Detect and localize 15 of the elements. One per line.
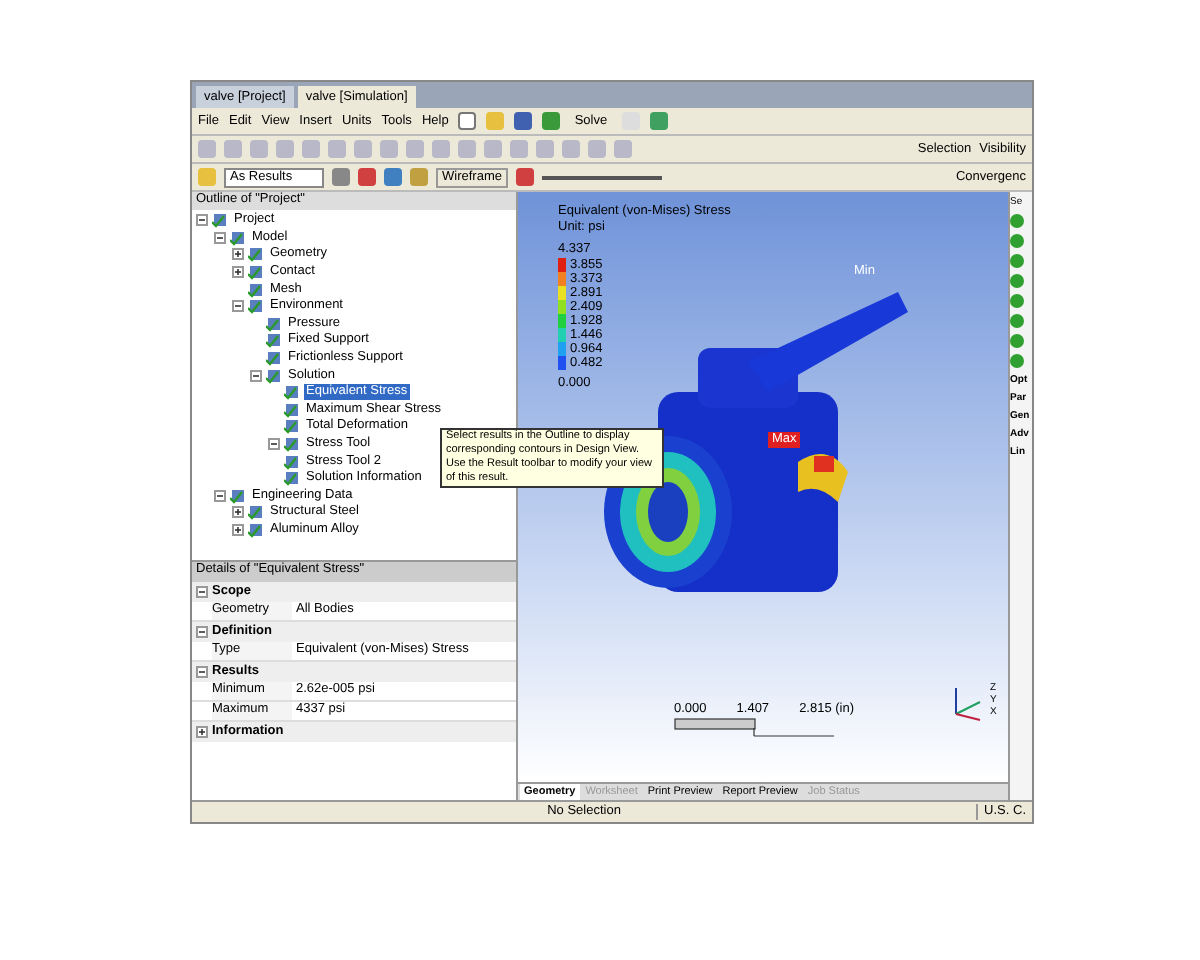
expander-toggle[interactable] <box>196 726 208 738</box>
expander-toggle[interactable] <box>268 438 280 451</box>
expander-toggle[interactable] <box>232 266 244 279</box>
expander-toggle[interactable] <box>196 586 208 598</box>
expander-toggle[interactable] <box>232 248 244 261</box>
expander-toggle[interactable] <box>196 626 208 638</box>
expander-toggle[interactable] <box>232 523 244 536</box>
expander-toggle[interactable] <box>232 506 244 519</box>
expander-toggle[interactable] <box>196 666 208 678</box>
new-icon[interactable] <box>458 112 477 130</box>
expander-toggle[interactable] <box>232 300 244 313</box>
expander-toggle[interactable] <box>214 489 226 502</box>
expander-toggle[interactable] <box>196 214 208 227</box>
expander-toggle[interactable] <box>214 231 226 244</box>
expander-toggle[interactable] <box>250 369 262 382</box>
